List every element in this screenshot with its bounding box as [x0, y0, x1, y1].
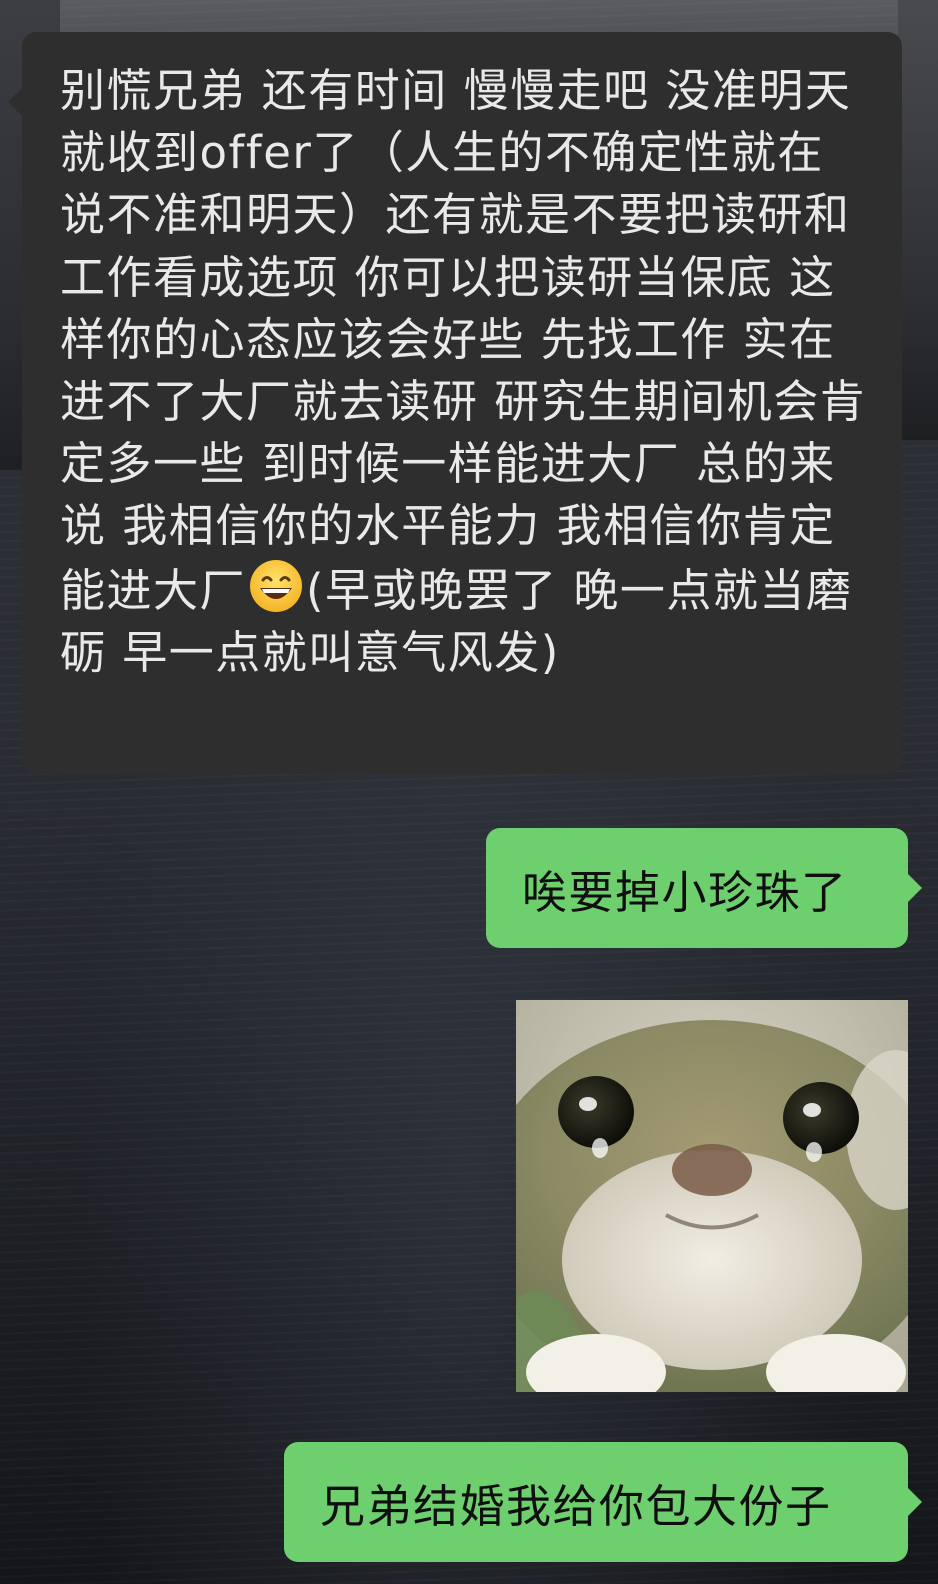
incoming-message-bubble[interactable]: 别慌兄弟 还有时间 慢慢走吧 没准明天就收到offer了（人生的不确定性就在说不…	[8, 32, 902, 774]
outgoing-message-text: 唉要掉小珍珠了	[522, 865, 848, 919]
outgoing-message-bubble[interactable]: 兄弟结婚我给你包大份子	[284, 1442, 922, 1562]
grinning-sweat-face-emoji-icon	[248, 558, 304, 614]
background-mountain-right	[898, 0, 938, 440]
incoming-message-text: 别慌兄弟 还有时间 慢慢走吧 没准明天就收到offer了（人生的不确定性就在说不…	[60, 64, 867, 617]
crying-cat-sticker-icon[interactable]	[516, 1000, 908, 1392]
outgoing-message-bubble[interactable]: 唉要掉小珍珠了	[486, 828, 922, 948]
outgoing-message-text: 兄弟结婚我给你包大份子	[320, 1479, 832, 1533]
